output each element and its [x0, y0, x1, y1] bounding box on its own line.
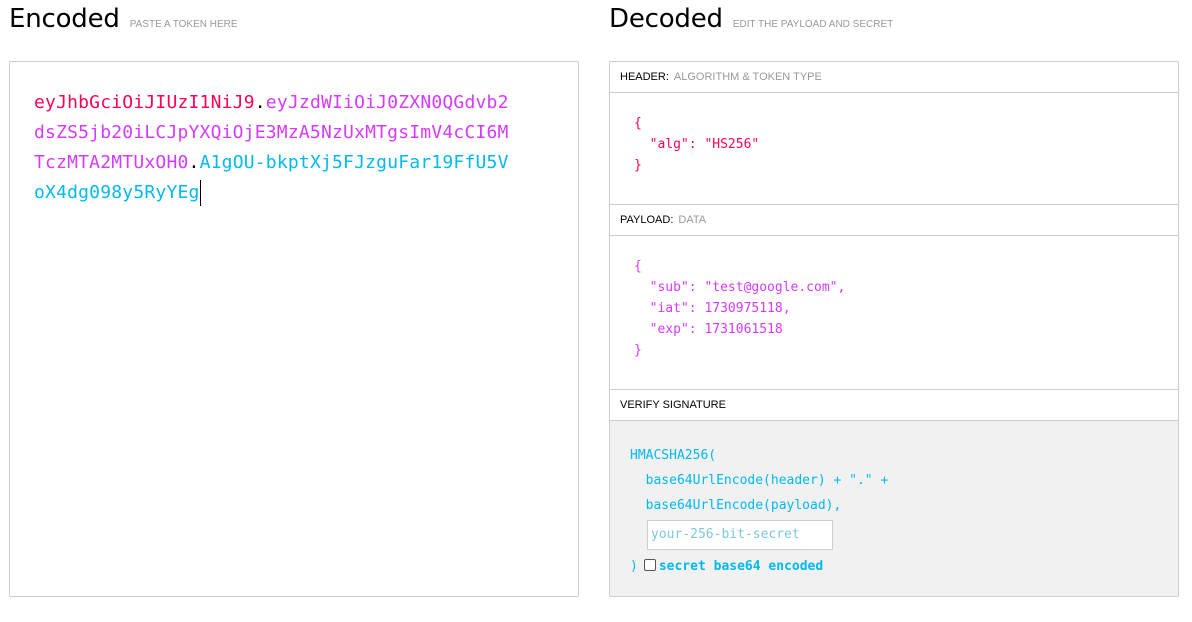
payload-section-title: PAYLOAD: DATA: [610, 205, 1178, 236]
payload-section-label: PAYLOAD:: [620, 214, 674, 226]
token-header-part: eyJhbGciOiJIUzI1NiJ9: [34, 92, 255, 113]
verify-section-label: VERIFY SIGNATURE: [620, 399, 726, 411]
header-section-title: HEADER: ALGORITHM & TOKEN TYPE: [610, 62, 1178, 93]
secret-input[interactable]: your-256-bit-secret: [647, 520, 833, 550]
payload-json-editor[interactable]: { "sub": "test@google.com", "iat": 17309…: [610, 236, 1178, 390]
token-text[interactable]: eyJhbGciOiJIUzI1NiJ9.eyJzdWIiOiJ0ZXN0QGd…: [34, 88, 514, 208]
token-separator: .: [254, 92, 266, 113]
encoded-subtitle: PASTE A TOKEN HERE: [129, 19, 238, 30]
encoded-heading: Encoded PASTE A TOKEN HERE: [9, 4, 238, 34]
code-line: {: [634, 116, 642, 131]
token-editor[interactable]: eyJhbGciOiJIUzI1NiJ9.eyJzdWIiOiJ0ZXN0QGd…: [9, 61, 579, 597]
token-separator: .: [188, 152, 200, 173]
hmac-function-close: ): [630, 559, 638, 574]
base64-checkbox-label[interactable]: secret base64 encoded: [659, 559, 823, 574]
code-line: {: [634, 259, 642, 274]
verify-signature-body: HMACSHA256( base64UrlEncode(header) + ".…: [610, 421, 1178, 596]
decoded-heading: Decoded EDIT THE PAYLOAD AND SECRET: [609, 4, 893, 34]
code-line: "exp": 1731061518: [634, 322, 783, 337]
base64-checkbox[interactable]: [643, 559, 656, 571]
header-section-label: HEADER:: [620, 71, 669, 83]
hmac-line-header: base64UrlEncode(header) + "." +: [630, 473, 889, 488]
code-line: "iat": 1730975118,: [634, 301, 791, 316]
code-line: "sub": "test@google.com",: [634, 280, 846, 295]
code-line: }: [634, 158, 642, 173]
text-caret: [199, 180, 201, 206]
decoded-title: Decoded: [609, 4, 723, 34]
header-section-sublabel: ALGORITHM & TOKEN TYPE: [673, 71, 822, 83]
decoded-box: HEADER: ALGORITHM & TOKEN TYPE { "alg": …: [609, 61, 1179, 597]
payload-section-sublabel: DATA: [678, 214, 707, 226]
decoded-subtitle: EDIT THE PAYLOAD AND SECRET: [732, 19, 894, 30]
code-line: }: [634, 343, 642, 358]
code-line: "alg": "HS256": [634, 137, 760, 152]
encoded-title: Encoded: [9, 4, 120, 34]
hmac-line-payload: base64UrlEncode(payload),: [630, 498, 842, 513]
verify-section-title: VERIFY SIGNATURE: [610, 390, 1178, 421]
hmac-function-open: HMACSHA256(: [630, 448, 717, 463]
header-json-editor[interactable]: { "alg": "HS256" }: [610, 93, 1178, 205]
